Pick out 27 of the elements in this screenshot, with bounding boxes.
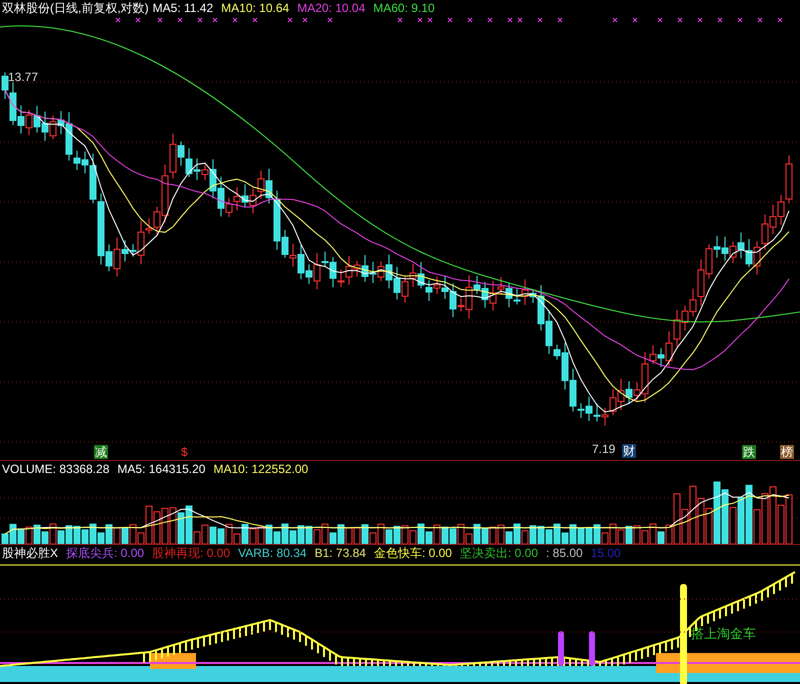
indicator-value: MA5: 164315.20 [117,462,206,476]
indicator-value: MA5: 11.42 [152,1,214,15]
indicator-value: 15.00 [590,546,621,560]
high-price-label: 13.77 [8,70,38,84]
stock-title: 双林股份(日线,前复权,对数) [2,1,149,15]
indicator-value: 股神再现: 0.00 [152,546,230,560]
low-price-label: 7.19 [592,442,616,456]
event-marker[interactable]: 跌 [742,445,756,459]
indicator-value: MA60: 9.10 [373,1,435,15]
event-marker[interactable]: 榜 [780,445,794,459]
event-marker[interactable]: $ [180,445,189,459]
indicator-value: : 85.00 [546,546,583,560]
signal-annotation: 搭上淘金车 [691,627,756,641]
event-marker[interactable]: 财 [622,444,636,458]
indicator-value: 股神必胜X [2,546,58,560]
indicator-value: 坚决卖出: 0.00 [460,546,538,560]
indicator-value: VARB: 80.34 [238,546,307,560]
signal-bar [558,631,564,666]
indicator-value: MA20: 10.04 [297,1,366,15]
signal-bar [589,631,595,666]
indicator-value: 探底尖兵: 0.00 [66,546,144,560]
indicator-value: MA10: 122552.00 [213,462,308,476]
indicator-value: 金色快车: 0.00 [374,546,452,560]
indicator-value: B1: 73.84 [314,546,366,560]
indicator-value: VOLUME: 83368.28 [2,462,110,476]
event-marker[interactable]: 减 [94,445,108,459]
indicator-value: MA10: 10.64 [221,1,290,15]
